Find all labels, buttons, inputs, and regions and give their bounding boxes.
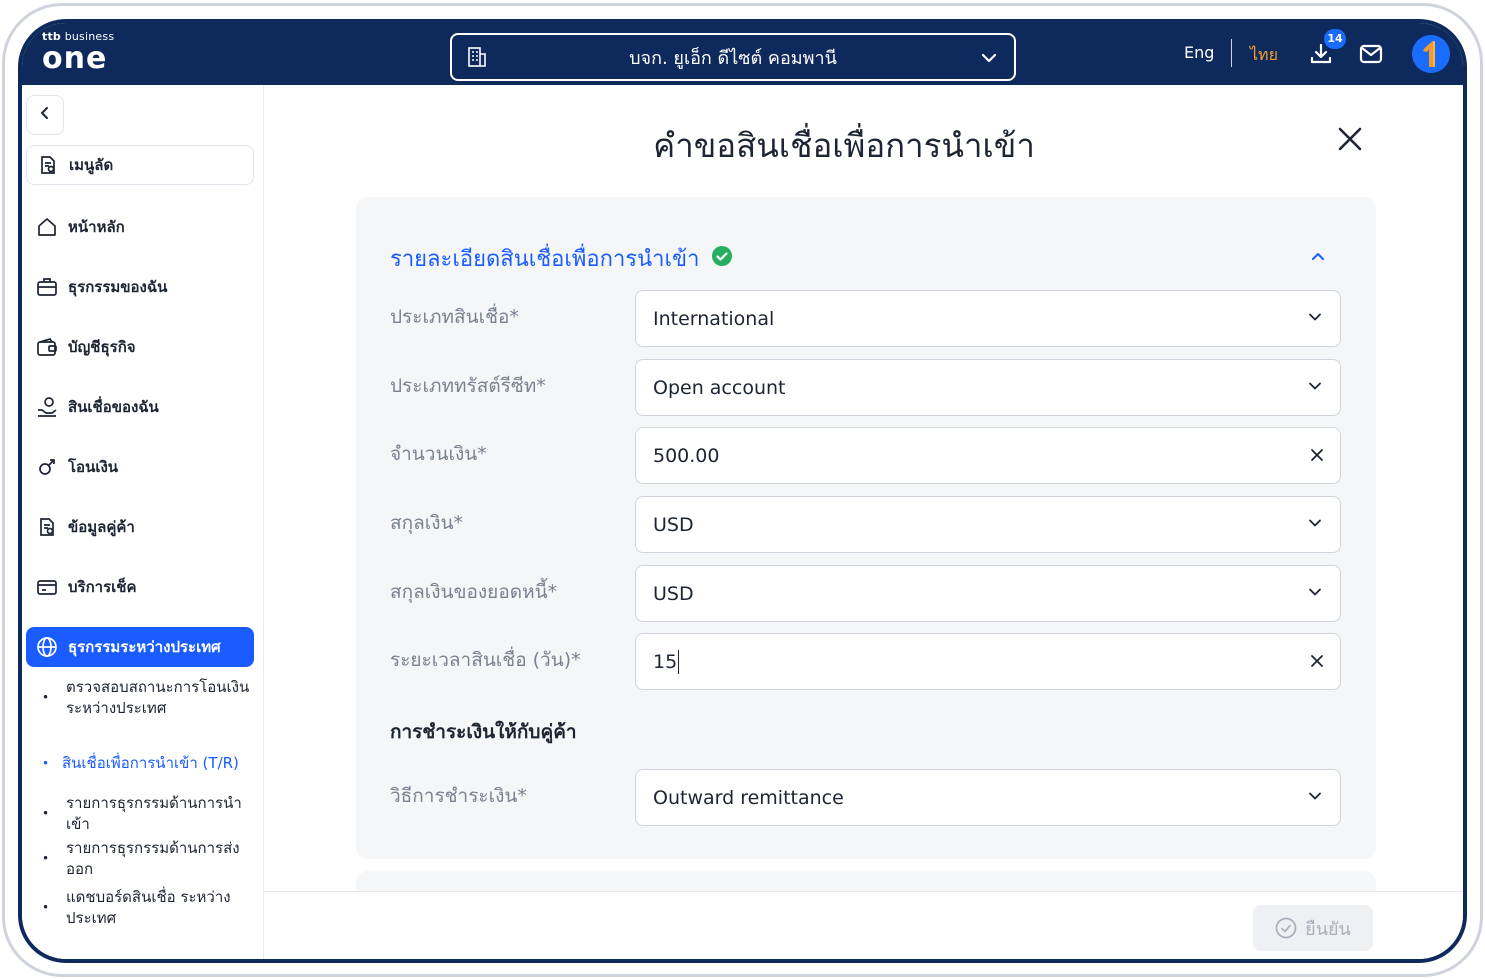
amount-value: 500.00 bbox=[653, 444, 720, 467]
top-bar: ttb business one บจก. ยูเอ็ก ดีไซต์ คอมพ… bbox=[22, 23, 1463, 85]
chevron-left-icon bbox=[37, 105, 53, 125]
sidebar-item-label: ธุรกรรมระหว่างประเทศ bbox=[68, 638, 221, 656]
wallet-icon bbox=[36, 336, 58, 358]
sidebar-subitem-label: รายการธุรกรรมด้านการส่งออก bbox=[66, 839, 240, 878]
chevron-down-icon bbox=[1306, 786, 1324, 809]
loan-period-input[interactable]: 15 bbox=[635, 633, 1341, 690]
user-avatar[interactable] bbox=[1412, 35, 1450, 73]
sidebar-subitem-label: รายการธุรกรรมด้านการนำเข้า bbox=[66, 794, 242, 833]
sidebar-subitem-transfer-status[interactable]: ตรวจสอบสถานะการโอนเงินระหว่างประเทศ bbox=[42, 677, 252, 719]
chevron-down-icon bbox=[1306, 307, 1324, 330]
loan-details-card: รายละเอียดสินเชื่อเพื่อการนำเข้า ประเภทส… bbox=[356, 197, 1376, 859]
loan-type-select[interactable]: International bbox=[635, 290, 1341, 347]
sidebar-item-business-account[interactable]: บัญชีธุรกิจ bbox=[26, 327, 254, 367]
sidebar-subitem-import-transactions[interactable]: รายการธุรกรรมด้านการนำเข้า bbox=[42, 793, 252, 835]
loan-type-label: ประเภทสินเชื่อ* bbox=[390, 306, 519, 328]
payment-method-select[interactable]: Outward remittance bbox=[635, 769, 1341, 826]
section-header[interactable]: รายละเอียดสินเชื่อเพื่อการนำเข้า bbox=[390, 241, 733, 276]
sidebar-item-label: บัญชีธุรกิจ bbox=[68, 338, 136, 356]
sidebar-shortcut-menu[interactable]: เมนูลัด bbox=[26, 145, 254, 185]
home-icon bbox=[36, 216, 58, 238]
sidebar-item-label: บริการเช็ค bbox=[68, 578, 137, 596]
sidebar-item-label: โอนเงิน bbox=[68, 458, 119, 476]
building-icon bbox=[466, 46, 488, 72]
chevron-up-icon[interactable] bbox=[1306, 245, 1330, 273]
clear-icon[interactable] bbox=[1310, 651, 1324, 673]
trust-receipt-type-label: ประเภททรัสต์รีซีท* bbox=[390, 375, 546, 397]
sidebar-item-my-loans[interactable]: สินเชื่อของฉัน bbox=[26, 387, 254, 427]
lang-thai-button[interactable]: ไทย bbox=[1250, 43, 1278, 68]
check-circle-outline-icon bbox=[1275, 917, 1297, 939]
close-icon bbox=[1332, 127, 1368, 161]
page-title: คำขอสินเชื่อเพื่อการนำเข้า bbox=[653, 126, 1035, 165]
chevron-down-icon bbox=[978, 47, 1000, 73]
sidebar-subitem-export-transactions[interactable]: รายการธุรกรรมด้านการส่งออก bbox=[42, 838, 252, 880]
main-content: คำขอสินเชื่อเพื่อการนำเข้า รายละเอียดสิน… bbox=[264, 85, 1463, 911]
section-title: รายละเอียดสินเชื่อเพื่อการนำเข้า bbox=[390, 247, 700, 272]
payment-method-label: วิธีการชำระเงิน* bbox=[390, 785, 527, 807]
close-button[interactable] bbox=[1332, 121, 1368, 157]
briefcase-icon bbox=[36, 276, 58, 298]
confirm-label: ยืนยัน bbox=[1305, 918, 1351, 940]
sidebar-subitem-label: ตรวจสอบสถานะการโอนเงินระหว่างประเทศ bbox=[66, 678, 250, 717]
currency-value: USD bbox=[653, 513, 694, 536]
amount-label: จำนวนเงิน* bbox=[390, 443, 487, 465]
debt-currency-value: USD bbox=[653, 582, 694, 605]
sidebar-item-international[interactable]: ธุรกรรมระหว่างประเทศ bbox=[26, 627, 254, 667]
shortcut-doc-icon bbox=[37, 154, 59, 176]
partner-doc-icon bbox=[36, 516, 58, 538]
confirm-button[interactable]: ยืนยัน bbox=[1253, 905, 1373, 951]
loan-period-label: ระยะเวลาสินเชื่อ (วัน)* bbox=[390, 649, 581, 671]
lang-divider bbox=[1231, 39, 1232, 67]
clear-icon[interactable] bbox=[1310, 445, 1324, 467]
chevron-down-icon bbox=[1306, 513, 1324, 536]
check-circle-icon bbox=[711, 245, 733, 273]
mail-icon[interactable] bbox=[1358, 41, 1384, 71]
loan-type-value: International bbox=[653, 307, 775, 330]
currency-label: สกุลเงิน* bbox=[390, 512, 464, 534]
payment-heading: การชำระเงินให้กับคู่ค้า bbox=[390, 721, 577, 743]
sidebar-item-label: หน้าหลัก bbox=[68, 218, 125, 236]
sidebar-subitem-label: สินเชื่อเพื่อการนำเข้า (T/R) bbox=[62, 754, 239, 772]
amount-input[interactable]: 500.00 bbox=[635, 427, 1341, 484]
chevron-down-icon bbox=[1306, 376, 1324, 399]
sidebar-item-home[interactable]: หน้าหลัก bbox=[26, 207, 254, 247]
sidebar-collapse-button[interactable] bbox=[26, 95, 64, 135]
sidebar-item-partner-info[interactable]: ข้อมูลคู่ค้า bbox=[26, 507, 254, 547]
sidebar-subitem-credit-dashboard[interactable]: แดชบอร์ดสินเชื่อ ระหว่างประเทศ bbox=[42, 887, 252, 929]
company-name: บจก. ยูเอ็ก ดีไซต์ คอมพานี bbox=[629, 47, 837, 69]
sidebar-item-transfer[interactable]: โอนเงิน bbox=[26, 447, 254, 487]
footer-bar: ยืนยัน bbox=[264, 891, 1463, 959]
app-window: ttb business one บจก. ยูเอ็ก ดีไซต์ คอมพ… bbox=[18, 19, 1467, 963]
debt-currency-label: สกุลเงินของยอดหนี้* bbox=[390, 581, 558, 603]
sidebar-item-label: ข้อมูลคู่ค้า bbox=[68, 518, 135, 536]
ttb-business-one-logo[interactable]: ttb business one bbox=[42, 31, 114, 75]
currency-select[interactable]: USD bbox=[635, 496, 1341, 553]
text-cursor bbox=[678, 649, 680, 674]
company-select[interactable]: บจก. ยูเอ็ก ดีไซต์ คอมพานี bbox=[450, 33, 1016, 81]
sidebar: เมนูลัด หน้าหลัก ธุรกรรมของฉัน บัญชีธุรก… bbox=[22, 85, 264, 959]
logo-one-text: one bbox=[42, 41, 108, 76]
sidebar-subitem-import-loan[interactable]: สินเชื่อเพื่อการนำเข้า (T/R) bbox=[42, 753, 252, 774]
loan-hand-icon bbox=[36, 396, 58, 418]
globe-icon bbox=[36, 636, 58, 658]
transfer-icon bbox=[36, 456, 58, 478]
sidebar-item-label: ธุรกรรมของฉัน bbox=[68, 278, 168, 296]
payment-method-value: Outward remittance bbox=[653, 786, 844, 809]
sidebar-item-cheque-service[interactable]: บริการเช็ค bbox=[26, 567, 254, 607]
sidebar-subitem-label: แดชบอร์ดสินเชื่อ ระหว่างประเทศ bbox=[66, 888, 231, 927]
download-count-badge: 14 bbox=[1324, 29, 1346, 49]
trust-receipt-type-select[interactable]: Open account bbox=[635, 359, 1341, 416]
sidebar-item-label: สินเชื่อของฉัน bbox=[68, 398, 159, 416]
trust-receipt-type-value: Open account bbox=[653, 376, 786, 399]
debt-currency-select[interactable]: USD bbox=[635, 565, 1341, 622]
chevron-down-icon bbox=[1306, 582, 1324, 605]
loan-period-value: 15 bbox=[653, 650, 678, 673]
sidebar-item-my-transactions[interactable]: ธุรกรรมของฉัน bbox=[26, 267, 254, 307]
sidebar-shortcut-label: เมนูลัด bbox=[69, 156, 114, 174]
lang-eng-button[interactable]: Eng bbox=[1184, 43, 1214, 62]
cheque-icon bbox=[36, 576, 58, 598]
